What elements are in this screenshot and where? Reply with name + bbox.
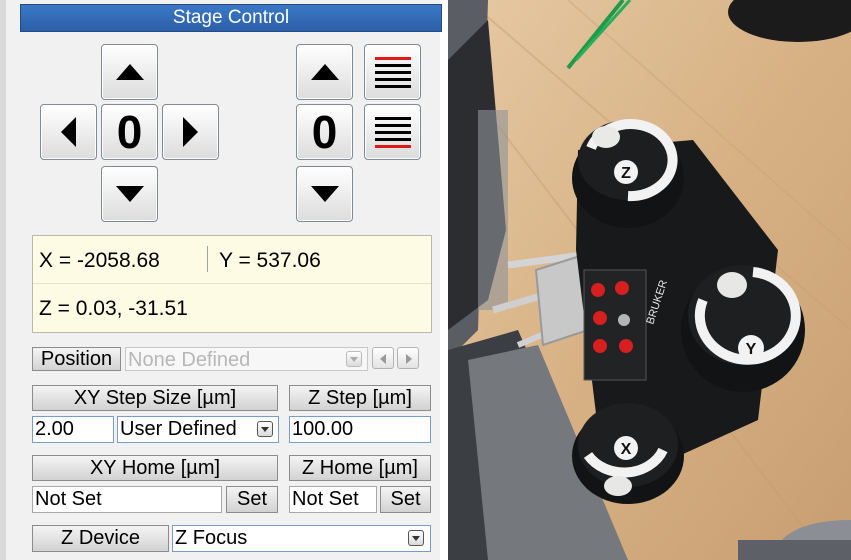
xy-home-set-button[interactable]: Set bbox=[226, 486, 278, 513]
arrow-up-icon bbox=[115, 64, 144, 80]
move-x-right-button[interactable] bbox=[162, 104, 219, 160]
z-device-button[interactable]: Z Device bbox=[32, 525, 169, 552]
move-y-up-button[interactable] bbox=[101, 44, 158, 100]
joystick-controller-image: BRUKER Z Y X bbox=[448, 0, 851, 560]
chevron-down-icon bbox=[346, 351, 362, 367]
z-step-header[interactable]: Z Step [µm] bbox=[289, 385, 431, 411]
z-home-set-button[interactable]: Set bbox=[380, 486, 431, 513]
divider bbox=[207, 246, 208, 272]
xy-home-value: Not Set bbox=[32, 486, 222, 513]
controller-photo: BRUKER Z Y X bbox=[448, 0, 851, 560]
arrow-left-icon bbox=[61, 117, 76, 147]
x-coordinate: X = -2058.68 bbox=[39, 249, 160, 272]
move-y-down-button[interactable] bbox=[101, 166, 158, 222]
arrow-right-icon bbox=[183, 117, 198, 147]
xy-home-header[interactable]: XY Home [µm] bbox=[32, 455, 278, 481]
move-z-down-button[interactable] bbox=[296, 166, 353, 222]
z-counter: 0 bbox=[311, 106, 338, 158]
position-next-button[interactable] bbox=[397, 347, 419, 369]
lines-top-red-icon bbox=[374, 56, 411, 88]
z-counter-button[interactable]: 0 bbox=[296, 104, 353, 160]
z-top-limit-button[interactable] bbox=[364, 44, 421, 100]
x-knob-label: X bbox=[621, 441, 632, 458]
z-bottom-limit-button[interactable] bbox=[364, 104, 421, 160]
arrow-down-icon bbox=[310, 186, 339, 202]
xy-step-mode-value: User Defined bbox=[120, 418, 237, 440]
z-device-select[interactable]: Z Focus bbox=[172, 525, 431, 552]
xy-counter: 0 bbox=[116, 106, 143, 158]
lines-bottom-red-icon bbox=[374, 116, 411, 148]
position-value: None Defined bbox=[128, 349, 251, 371]
z-home-value: Not Set bbox=[289, 486, 377, 513]
xy-counter-button[interactable]: 0 bbox=[101, 104, 158, 160]
xy-step-input[interactable]: 2.00 bbox=[32, 416, 114, 443]
position-prev-button[interactable] bbox=[372, 347, 394, 369]
chevron-down-icon bbox=[257, 421, 273, 437]
coordinate-readout: X = -2058.68 Y = 537.06 Z = 0.03, -31.51 bbox=[32, 235, 432, 333]
position-select[interactable]: None Defined bbox=[125, 347, 368, 371]
z-device-value: Z Focus bbox=[175, 527, 248, 549]
z-knob-label: Z bbox=[621, 165, 631, 182]
move-x-left-button[interactable] bbox=[40, 104, 97, 160]
z-coordinate: Z = 0.03, -31.51 bbox=[39, 297, 188, 320]
position-button[interactable]: Position bbox=[32, 347, 121, 371]
move-z-up-button[interactable] bbox=[296, 44, 353, 100]
y-knob-label: Y bbox=[746, 341, 757, 358]
arrow-up-icon bbox=[310, 64, 339, 80]
xy-step-size-header[interactable]: XY Step Size [µm] bbox=[32, 385, 278, 411]
chevron-down-icon bbox=[408, 530, 424, 546]
xy-step-mode-select[interactable]: User Defined bbox=[117, 416, 279, 443]
window-title: Stage Control bbox=[20, 4, 442, 32]
y-coordinate: Y = 537.06 bbox=[219, 249, 321, 272]
stage-control-panel: Stage Control 0 0 X = -2058.68 Y = 537.0… bbox=[0, 0, 442, 560]
z-home-header[interactable]: Z Home [µm] bbox=[289, 455, 431, 481]
z-step-input[interactable]: 100.00 bbox=[289, 416, 431, 443]
arrow-down-icon bbox=[115, 186, 144, 202]
